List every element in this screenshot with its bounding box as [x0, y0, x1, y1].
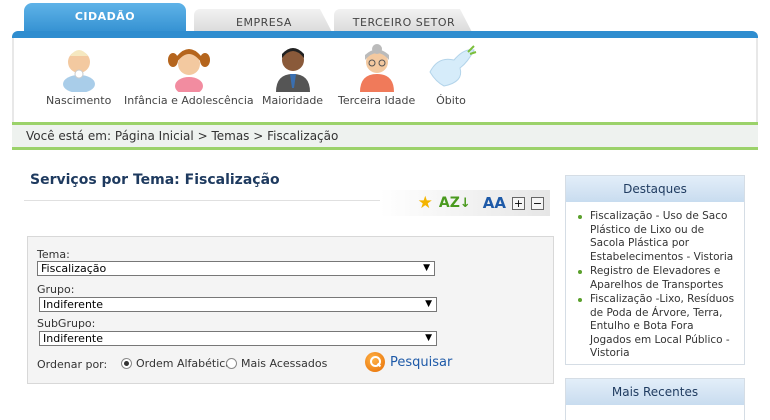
life-stage-nascimento[interactable]: Nascimento: [46, 42, 111, 107]
order-label: Ordenar por:: [37, 358, 108, 371]
tema-select[interactable]: Fiscalização ▼: [37, 261, 435, 276]
destaque-link[interactable]: Fiscalização -Lixo, Resíduos de Poda de …: [578, 293, 736, 361]
grupo-select[interactable]: Indiferente ▼: [39, 297, 437, 312]
title-divider: [24, 200, 384, 201]
order-option-alfabetica[interactable]: Ordem Alfabética: [121, 357, 232, 370]
search-icon: [365, 352, 385, 372]
font-increase-button[interactable]: +: [512, 196, 525, 210]
radio-alfabetica[interactable]: [121, 358, 132, 369]
sort-az-icon[interactable]: AZ ↓: [439, 195, 471, 211]
adult-icon: [266, 42, 320, 92]
dropdown-arrow-icon: ▼: [425, 333, 432, 343]
destaque-link[interactable]: Fiscalização - Uso de Saco Plástico de L…: [578, 210, 736, 264]
destaque-link[interactable]: Registro de Elevadores e Aparelhos de Tr…: [578, 265, 736, 292]
font-size-icon: AA: [482, 194, 506, 212]
life-stages-panel: Nascimento Infância e Adolescência Maior…: [12, 38, 758, 122]
subgrupo-select[interactable]: Indiferente ▼: [39, 331, 437, 346]
breadcrumb-item-inicio[interactable]: Página Inicial: [115, 129, 194, 143]
baby-icon: [52, 42, 106, 93]
dropdown-arrow-icon: ▼: [425, 299, 432, 309]
breadcrumb-separator: >: [197, 129, 208, 143]
breadcrumb-separator: >: [253, 129, 264, 143]
subgrupo-label: SubGrupo:: [37, 317, 96, 330]
page: CIDADÃO EMPRESA TERCEIRO SETOR Nasciment…: [0, 0, 770, 420]
favorite-star-icon[interactable]: ★: [418, 194, 433, 212]
breadcrumb-prefix: Você está em:: [26, 129, 112, 143]
page-tools: ★ AZ ↓ AA + −: [380, 190, 550, 216]
order-option-mais-acessados[interactable]: Mais Acessados: [226, 357, 327, 370]
life-stage-infancia[interactable]: Infância e Adolescência: [124, 42, 254, 107]
destaques-panel: Destaques Fiscalização - Uso de Saco Plá…: [565, 175, 745, 365]
radio-mais-acessados[interactable]: [226, 358, 237, 369]
life-stage-terceira-idade[interactable]: Terceira Idade: [338, 42, 415, 107]
breadcrumb-item-current: Fiscalização: [267, 129, 339, 143]
life-stage-obito[interactable]: Óbito: [424, 42, 478, 107]
destaques-list: Fiscalização - Uso de Saco Plástico de L…: [566, 202, 744, 361]
child-icon: [162, 42, 216, 95]
page-title: Serviços por Tema: Fiscalização: [30, 172, 280, 188]
breadcrumb-item-temas[interactable]: Temas: [211, 129, 249, 143]
recentes-panel: Mais Recentes: [565, 378, 745, 420]
breadcrumb: Você está em: Página Inicial > Temas > F…: [12, 122, 758, 150]
font-decrease-button[interactable]: −: [531, 196, 544, 210]
dropdown-arrow-icon: ▼: [423, 263, 430, 273]
elderly-icon: [350, 42, 404, 92]
search-button[interactable]: Pesquisar: [365, 352, 452, 372]
tema-label: Tema:: [37, 248, 70, 261]
life-stage-maioridade[interactable]: Maioridade: [262, 42, 323, 107]
dove-icon: [424, 42, 478, 92]
recentes-title: Mais Recentes: [566, 379, 744, 405]
grupo-label: Grupo:: [37, 283, 75, 296]
destaques-title: Destaques: [566, 176, 744, 202]
filter-form: Tema: Fiscalização ▼ Grupo: Indiferente …: [27, 236, 554, 384]
